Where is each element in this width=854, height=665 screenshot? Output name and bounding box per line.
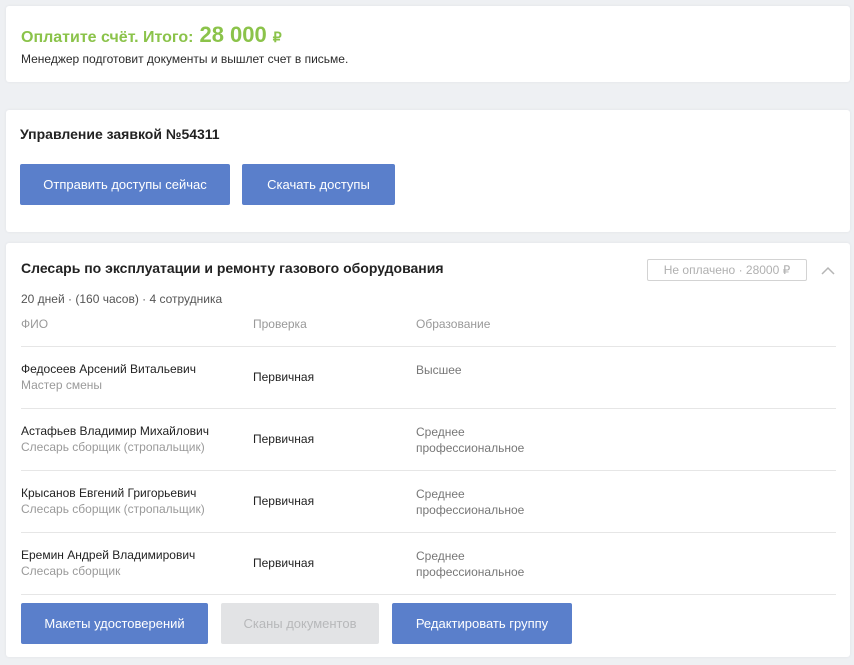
group-card: Слесарь по эксплуатации и ремонту газово… <box>6 243 850 657</box>
employee-check: Первичная <box>253 432 315 446</box>
document-scans-button[interactable]: Сканы документов <box>221 603 379 644</box>
employee-name: Астафьев Владимир Михайлович <box>21 424 209 438</box>
group-meta: 20 дней · (160 часов) · 4 сотрудника <box>21 292 223 306</box>
chevron-up-icon[interactable] <box>820 263 836 279</box>
status-badge: Не оплачено · 28000 ₽ <box>647 259 807 281</box>
table-row: Федосеев Арсений Витальевич Мастер смены… <box>21 346 836 408</box>
employee-name: Еремин Андрей Владимирович <box>21 548 196 562</box>
certificate-layouts-button[interactable]: Макеты удостоверений <box>21 603 208 644</box>
payment-currency: ₽ <box>272 29 282 45</box>
group-title: Слесарь по эксплуатации и ремонту газово… <box>21 260 444 276</box>
employee-name: Крысанов Евгений Григорьевич <box>21 486 197 500</box>
column-header-name: ФИО <box>21 317 49 331</box>
payment-heading: Оплатите счёт. Итого: 28 000 ₽ <box>21 22 282 48</box>
payment-amount: 28 000 <box>199 22 267 47</box>
employee-role: Слесарь сборщик (стропальщик) <box>21 502 205 516</box>
employee-education: Среднее профессиональное <box>416 487 525 517</box>
column-header-check: Проверка <box>253 317 307 331</box>
table-row: Еремин Андрей Владимирович Слесарь сборщ… <box>21 532 836 594</box>
employee-check: Первичная <box>253 370 315 384</box>
download-access-button[interactable]: Скачать доступы <box>242 164 395 205</box>
employee-education: Среднее профессиональное <box>416 549 525 579</box>
employee-check: Первичная <box>253 494 315 508</box>
manage-card: Управление заявкой №54311 Отправить дост… <box>6 110 850 232</box>
employee-role: Слесарь сборщик <box>21 564 121 578</box>
edit-group-button[interactable]: Редактировать группу <box>392 603 572 644</box>
table-divider <box>21 594 836 595</box>
payment-subtitle: Менеджер подготовит документы и вышлет с… <box>21 52 349 66</box>
employee-role: Мастер смены <box>21 378 103 392</box>
send-access-button[interactable]: Отправить доступы сейчас <box>20 164 230 205</box>
payment-title: Оплатите счёт. Итого: <box>21 29 194 46</box>
payment-card: Оплатите счёт. Итого: 28 000 ₽ Менеджер … <box>6 6 850 82</box>
table-row: Астафьев Владимир Михайлович Слесарь сбо… <box>21 408 836 470</box>
employee-name: Федосеев Арсений Витальевич <box>21 362 196 376</box>
column-header-education: Образование <box>416 317 491 331</box>
employee-check: Первичная <box>253 556 315 570</box>
employee-education: Среднее профессиональное <box>416 425 525 455</box>
table-row: Крысанов Евгений Григорьевич Слесарь сбо… <box>21 470 836 532</box>
manage-title: Управление заявкой №54311 <box>20 126 220 142</box>
employee-education: Высшее <box>416 363 462 377</box>
employee-role: Слесарь сборщик (стропальщик) <box>21 440 205 454</box>
